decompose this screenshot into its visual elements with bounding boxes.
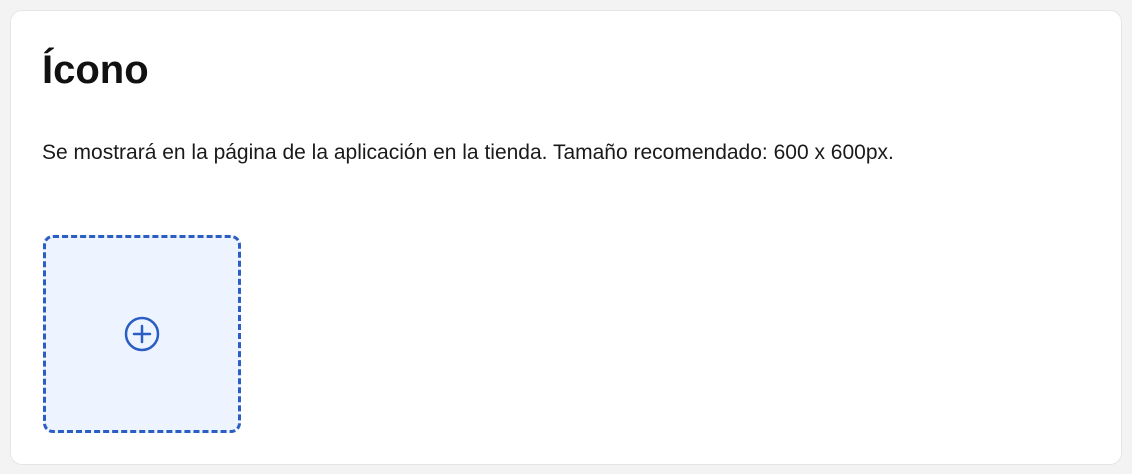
plus-circle-icon [124, 316, 160, 352]
section-title: Ícono [42, 48, 149, 92]
section-description: Se mostrará en la página de la aplicació… [42, 141, 894, 164]
icon-upload-dropzone[interactable] [43, 235, 241, 433]
icon-settings-card: Ícono Se mostrará en la página de la apl… [10, 10, 1122, 465]
